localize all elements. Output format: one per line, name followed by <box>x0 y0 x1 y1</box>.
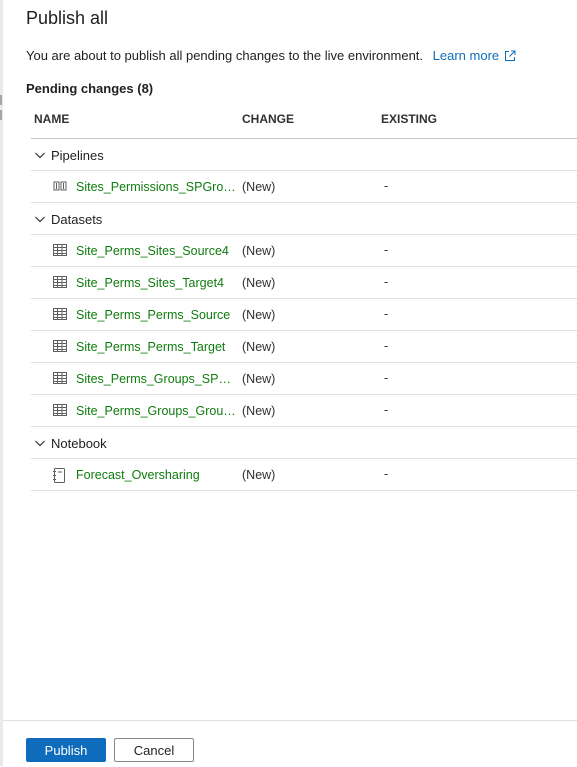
panel-title: Publish all <box>26 8 109 28</box>
table-row[interactable]: Site_Perms_Groups_Group... (New) - <box>31 395 577 427</box>
table-header: NAME CHANGE EXISTING <box>31 101 577 139</box>
table-row[interactable]: Sites_Permissions_SPGrou... (New) - <box>31 171 577 203</box>
dataset-table-icon <box>53 372 67 387</box>
item-change: (New) <box>242 244 276 258</box>
chevron-down-icon[interactable] <box>34 149 46 164</box>
notebook-icon <box>53 468 65 486</box>
column-header-change: CHANGE <box>242 112 295 126</box>
item-name-link[interactable]: Forecast_Oversharing <box>76 468 238 482</box>
pipeline-icon <box>53 180 67 195</box>
item-existing: - <box>384 467 389 481</box>
item-name-link[interactable]: Site_Perms_Perms_Target <box>76 340 238 354</box>
item-change: (New) <box>242 180 276 194</box>
dataset-table-icon <box>53 340 67 355</box>
table-row[interactable]: Site_Perms_Sites_Source4 (New) - <box>31 235 577 267</box>
external-link-icon <box>504 50 516 65</box>
group-label: Pipelines <box>51 148 104 163</box>
dataset-table-icon <box>53 308 67 323</box>
item-existing: - <box>384 307 389 321</box>
group-label: Datasets <box>51 212 103 227</box>
publish-button[interactable]: Publish <box>26 738 106 762</box>
item-existing: - <box>384 275 389 289</box>
item-existing: - <box>384 243 389 257</box>
publish-all-panel: Publish all You are about to publish all… <box>3 0 577 766</box>
edge-mark <box>0 95 2 105</box>
table-row[interactable]: Sites_Perms_Groups_SPOG... (New) - <box>31 363 577 395</box>
group-header-datasets[interactable]: Datasets <box>31 203 577 235</box>
pending-changes-list: Pipelines Sites_Permissions_SPGrou... (New… <box>31 139 577 491</box>
group-header-notebook[interactable]: Notebook <box>31 427 577 459</box>
item-existing: - <box>384 339 389 353</box>
item-change: (New) <box>242 340 276 354</box>
item-name-link[interactable]: Site_Perms_Groups_Group... <box>76 404 238 418</box>
dataset-table-icon <box>53 404 67 419</box>
item-name-link[interactable]: Site_Perms_Perms_Source <box>76 308 238 322</box>
chevron-down-icon[interactable] <box>34 213 46 228</box>
learn-more-link[interactable]: Learn more <box>433 48 516 63</box>
item-existing: - <box>384 403 389 417</box>
description-text: You are about to publish all pending cha… <box>26 48 424 63</box>
item-name-link[interactable]: Sites_Permissions_SPGrou... <box>76 180 238 194</box>
cancel-button[interactable]: Cancel <box>114 738 194 762</box>
pending-changes-heading: Pending changes (8) <box>26 81 154 96</box>
item-existing: - <box>384 371 389 385</box>
group-header-pipelines[interactable]: Pipelines <box>31 139 577 171</box>
item-change: (New) <box>242 308 276 322</box>
table-row[interactable]: Site_Perms_Perms_Source (New) - <box>31 299 577 331</box>
table-row[interactable]: Site_Perms_Sites_Target4 (New) - <box>31 267 577 299</box>
learn-more-label: Learn more <box>432 48 500 63</box>
dataset-table-icon <box>53 276 67 291</box>
table-row[interactable]: Site_Perms_Perms_Target (New) - <box>31 331 577 363</box>
edge-mark <box>0 110 2 120</box>
item-change: (New) <box>242 372 276 386</box>
item-name-link[interactable]: Site_Perms_Sites_Target4 <box>76 276 238 290</box>
item-change: (New) <box>242 404 276 418</box>
panel-description: You are about to publish all pending cha… <box>26 48 516 65</box>
item-name-link[interactable]: Site_Perms_Sites_Source4 <box>76 244 238 258</box>
column-header-existing: EXISTING <box>381 112 438 126</box>
item-change: (New) <box>242 468 276 482</box>
chevron-down-icon[interactable] <box>34 437 46 452</box>
item-existing: - <box>384 179 389 193</box>
table-row[interactable]: Forecast_Oversharing (New) - <box>31 459 577 491</box>
column-header-name: NAME <box>34 112 70 126</box>
item-change: (New) <box>242 276 276 290</box>
item-name-link[interactable]: Sites_Perms_Groups_SPOG... <box>76 372 238 386</box>
panel-footer: Publish Cancel <box>3 720 577 767</box>
group-label: Notebook <box>51 436 107 451</box>
dataset-table-icon <box>53 244 67 259</box>
